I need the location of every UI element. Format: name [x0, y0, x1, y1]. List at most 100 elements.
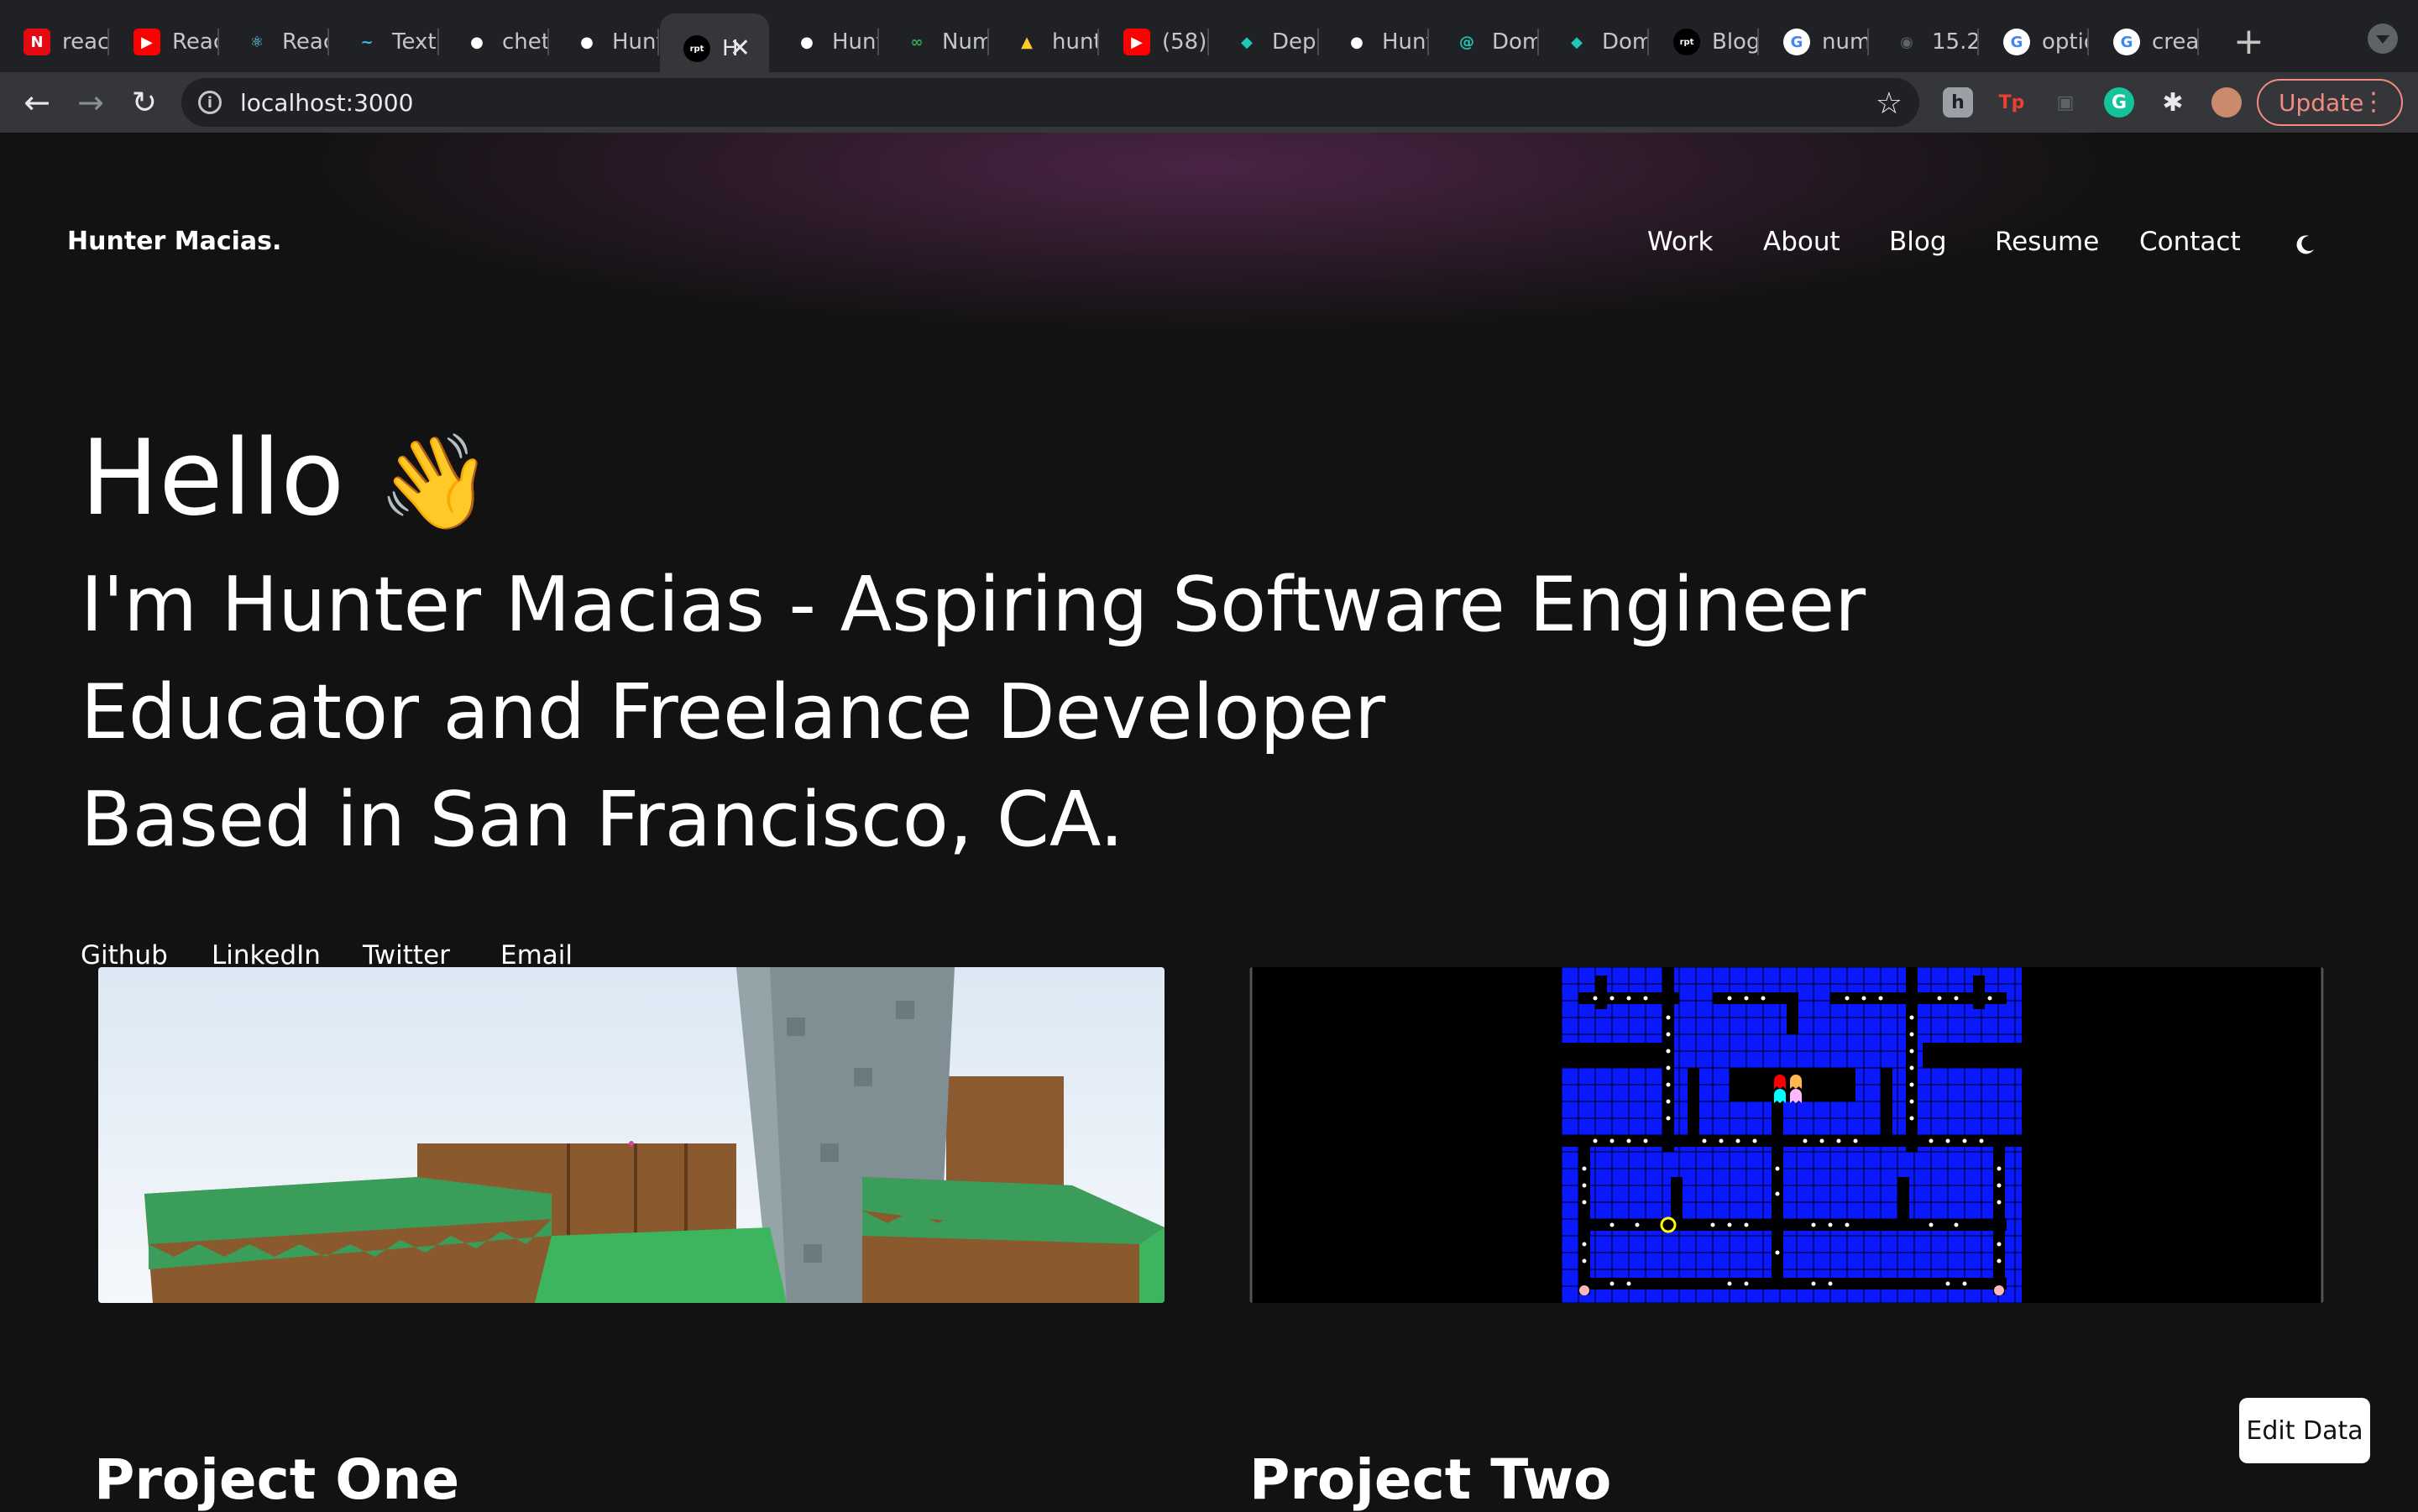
hello-heading: Hello 👋 [81, 426, 493, 531]
site-info-icon[interactable]: i [198, 91, 222, 114]
browser-tab[interactable]: ~ Text [330, 18, 439, 65]
tailwind-icon: ~ [360, 33, 374, 51]
grammarly-icon[interactable]: G [2104, 87, 2134, 118]
forward-icon[interactable]: → [71, 82, 111, 123]
project-one-image[interactable] [98, 967, 1165, 1303]
infinity-icon: ∞ [910, 33, 924, 51]
update-button[interactable]: Update ⋮ [2257, 79, 2403, 126]
browser-tab[interactable]: ● chet [440, 18, 549, 65]
project-two-image[interactable] [1249, 967, 2324, 1303]
google-icon: G [2113, 29, 2140, 55]
tab-label: hunt [1052, 29, 1099, 55]
linkedin-link[interactable]: LinkedIn [212, 940, 321, 971]
browser-tab[interactable]: ◉ 15.2 [1870, 18, 1979, 65]
browser-tab[interactable]: ⚛ Reac [220, 18, 329, 65]
hello-text: Hello [81, 418, 345, 539]
tab-separator [1097, 29, 1099, 55]
browser-tab[interactable]: ● Hunt [1320, 18, 1429, 65]
address-bar[interactable]: i localhost:3000 ☆ [181, 78, 1919, 127]
url-text[interactable]: localhost:3000 [240, 89, 413, 117]
tab-separator [327, 29, 329, 55]
spiral-icon: @ [1459, 33, 1474, 51]
nav-contact[interactable]: Contact [2139, 227, 2241, 257]
google-icon: G [1783, 29, 1810, 55]
browser-tab[interactable]: Gcrea [2090, 18, 2199, 65]
tab-label: Blog [1712, 29, 1759, 55]
tab-separator [877, 29, 879, 55]
globe-icon: ◉ [1900, 33, 1913, 51]
browser-tab[interactable]: rpt Blog [1650, 18, 1759, 65]
profile-avatar[interactable] [2211, 87, 2242, 118]
extension-robot-icon[interactable]: ▣ [2050, 87, 2080, 118]
tab-label: Dom [1602, 29, 1649, 55]
tab-separator [1867, 29, 1869, 55]
firebase-icon: ▲ [1021, 33, 1033, 51]
project-two-title[interactable]: Project Two [1249, 1452, 1611, 1508]
tab-search-button[interactable] [2368, 24, 2398, 54]
youtube-icon: ▶ [133, 29, 160, 55]
tab-separator [1647, 29, 1649, 55]
back-icon[interactable]: ← [17, 82, 57, 123]
tab-separator [657, 29, 659, 55]
tab-separator [217, 29, 219, 55]
browser-tab[interactable]: Nreac [0, 18, 109, 65]
github-icon: ● [580, 33, 594, 51]
tab-label: Text [392, 29, 437, 55]
tab-strip: Nreac▶Reac⚛Reac~Text●chet●HuntrptH✕●Hunt… [0, 0, 2418, 84]
browser-tab[interactable]: ● Hunt [770, 18, 879, 65]
tab-separator [1537, 29, 1539, 55]
browser-tab[interactable]: Goptio [1980, 18, 2089, 65]
browser-tab[interactable]: @ Dom [1430, 18, 1539, 65]
browser-tab[interactable]: ● Hunt [550, 18, 659, 65]
netlify-icon: ◆ [1571, 33, 1583, 51]
waving-hand-icon: 👋 [377, 428, 493, 536]
email-link[interactable]: Email [500, 940, 573, 971]
browser-tab[interactable]: ◆ Dom [1540, 18, 1649, 65]
tab-separator [1977, 29, 1979, 55]
tab-separator [107, 29, 109, 55]
extension-tp-icon[interactable]: Tp [1997, 87, 2027, 118]
github-link[interactable]: Github [81, 940, 168, 971]
nav-work[interactable]: Work [1647, 227, 1714, 257]
nav-blog[interactable]: Blog [1889, 227, 1947, 257]
tab-label: num [1822, 29, 1869, 55]
tab-close-icon[interactable]: ✕ [730, 34, 751, 63]
extension-h-icon[interactable]: h [1943, 87, 1973, 118]
reload-icon[interactable]: ↻ [124, 82, 165, 123]
google-icon: G [2003, 29, 2030, 55]
dark-mode-moon-icon[interactable] [2295, 233, 2316, 255]
site-icon: rpt [683, 35, 710, 62]
tab-label: Reac [282, 29, 329, 55]
react-icon: ⚛ [249, 33, 264, 51]
nav-resume[interactable]: Resume [1995, 227, 2099, 257]
browser-tab[interactable]: ▶ (58) [1100, 18, 1209, 65]
tab-label: Hunt [1382, 29, 1429, 55]
edit-data-button[interactable]: Edit Data [2239, 1398, 2370, 1463]
browser-tab[interactable]: ∞ Num [880, 18, 989, 65]
tab-label: Hunt [832, 29, 879, 55]
extensions-puzzle-icon[interactable]: ✱ [2158, 87, 2188, 118]
tab-label: Depl [1272, 29, 1319, 55]
new-tab-button[interactable]: + [2233, 20, 2264, 63]
twitter-link[interactable]: Twitter [363, 940, 450, 971]
netlify-icon: ◆ [1241, 33, 1253, 51]
project-one-title[interactable]: Project One [94, 1452, 459, 1508]
browser-tab[interactable]: ▲ hunt [990, 18, 1099, 65]
tab-label: Reac [172, 29, 219, 55]
tab-separator [1427, 29, 1429, 55]
site-logo[interactable]: Hunter Macias. [67, 227, 281, 256]
bookmark-star-icon[interactable]: ☆ [1876, 86, 1902, 121]
netflix-icon: N [24, 29, 50, 55]
browser-tab[interactable]: Gnum [1760, 18, 1869, 65]
browser-toolbar: ← → ↻ i localhost:3000 ☆ h Tp ▣ G ✱ Upda… [0, 72, 2418, 133]
browser-tab[interactable]: ▶ Reac [110, 18, 219, 65]
browser-tab[interactable]: ◆ Depl [1210, 18, 1319, 65]
menu-dots-icon[interactable]: ⋮ [2361, 87, 2386, 117]
tab-separator [2197, 29, 2199, 55]
github-icon: ● [800, 33, 814, 51]
page-content: Hunter Macias. Work About Blog Resume Co… [0, 133, 2418, 1511]
nav-about[interactable]: About [1763, 227, 1840, 257]
tab-label: Num [942, 29, 989, 55]
update-label: Update [2279, 88, 2364, 117]
tab-separator [2087, 29, 2089, 55]
